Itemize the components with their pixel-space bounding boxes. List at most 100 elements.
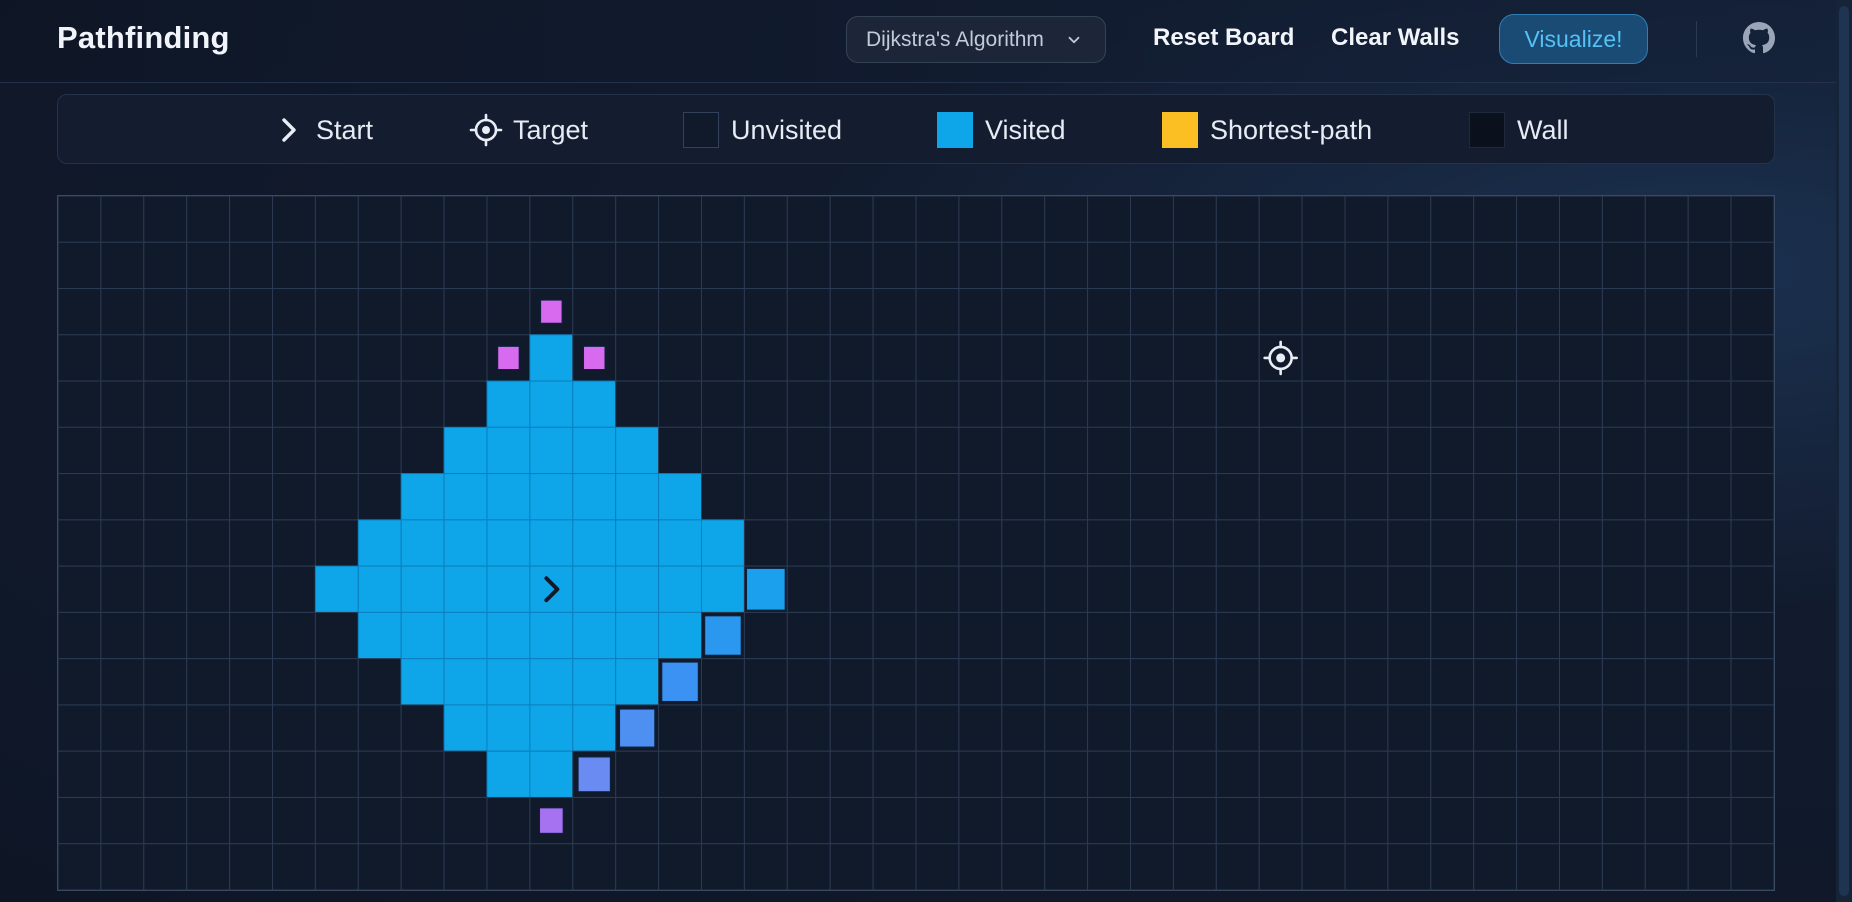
grid-cell[interactable] bbox=[658, 288, 702, 336]
grid-cell[interactable] bbox=[1430, 565, 1475, 613]
grid-cell[interactable] bbox=[701, 704, 745, 752]
grid-cell[interactable] bbox=[1301, 334, 1346, 382]
grid-cell[interactable] bbox=[829, 658, 874, 706]
grid-cell[interactable] bbox=[58, 473, 102, 521]
grid-cell[interactable] bbox=[615, 750, 660, 798]
grid-cell-visited[interactable] bbox=[357, 565, 402, 613]
grid-cell[interactable] bbox=[1430, 380, 1475, 428]
grid-cell[interactable] bbox=[186, 611, 231, 660]
grid-cell[interactable] bbox=[1001, 196, 1046, 243]
grid-cell[interactable] bbox=[1130, 704, 1174, 752]
grid-cell[interactable] bbox=[272, 426, 316, 475]
grid-cell[interactable] bbox=[529, 241, 574, 290]
grid-cell[interactable] bbox=[701, 473, 745, 521]
grid-cell[interactable] bbox=[872, 611, 917, 660]
grid-cell[interactable] bbox=[443, 288, 488, 336]
grid-cell[interactable] bbox=[1301, 565, 1346, 613]
grid-cell[interactable] bbox=[1473, 241, 1518, 290]
grid-cell[interactable] bbox=[1387, 426, 1432, 475]
grid-cell[interactable] bbox=[1473, 750, 1518, 798]
grid-cell[interactable] bbox=[400, 288, 445, 336]
grid-cell[interactable] bbox=[1344, 196, 1389, 243]
grid-cell[interactable] bbox=[1301, 241, 1346, 290]
grid-cell[interactable] bbox=[1087, 380, 1131, 428]
grid-cell[interactable] bbox=[658, 426, 702, 475]
grid-cell-animating[interactable] bbox=[619, 708, 656, 748]
grid-cell[interactable] bbox=[1172, 796, 1217, 845]
reset-board-button[interactable]: Reset Board bbox=[1153, 24, 1294, 52]
grid-cell[interactable] bbox=[1258, 196, 1303, 243]
grid-cell[interactable] bbox=[1215, 796, 1260, 845]
grid-cell-visited[interactable] bbox=[486, 750, 531, 798]
grid-cell[interactable] bbox=[743, 380, 788, 428]
grid-cell[interactable] bbox=[272, 334, 316, 382]
grid-cell[interactable] bbox=[1130, 473, 1174, 521]
grid-cell[interactable] bbox=[1473, 658, 1518, 706]
grid-cell[interactable] bbox=[1044, 380, 1089, 428]
grid-cell[interactable] bbox=[314, 473, 359, 521]
grid-cell[interactable] bbox=[1430, 288, 1475, 336]
grid-cell[interactable] bbox=[1473, 380, 1518, 428]
grid-cell[interactable] bbox=[1215, 611, 1260, 660]
grid-cell[interactable] bbox=[272, 380, 316, 428]
grid-cell[interactable] bbox=[958, 658, 1003, 706]
clear-walls-button[interactable]: Clear Walls bbox=[1331, 24, 1460, 52]
grid-cell[interactable] bbox=[743, 843, 788, 890]
grid-cell[interactable] bbox=[1130, 658, 1174, 706]
grid-cell[interactable] bbox=[1559, 565, 1603, 613]
grid-cell[interactable] bbox=[58, 426, 102, 475]
grid-cell[interactable] bbox=[272, 796, 316, 845]
grid-cell[interactable] bbox=[1258, 519, 1303, 567]
grid-cell[interactable] bbox=[229, 565, 274, 613]
grid-cell[interactable] bbox=[1516, 241, 1560, 290]
grid-cell[interactable] bbox=[1344, 519, 1389, 567]
grid-cell[interactable] bbox=[1387, 473, 1432, 521]
grid-cell-visited[interactable] bbox=[443, 611, 488, 660]
grid-cell[interactable] bbox=[1601, 241, 1646, 290]
grid-cell-visited[interactable] bbox=[486, 519, 531, 567]
grid-cell[interactable] bbox=[443, 796, 488, 845]
grid-cell[interactable] bbox=[1644, 334, 1689, 382]
grid-cell[interactable] bbox=[229, 426, 274, 475]
grid-cell[interactable] bbox=[829, 519, 874, 567]
grid-cell[interactable] bbox=[1001, 288, 1046, 336]
grid-cell[interactable] bbox=[1215, 750, 1260, 798]
grid-cell[interactable] bbox=[272, 658, 316, 706]
grid-cell[interactable] bbox=[1215, 196, 1260, 243]
grid-cell[interactable] bbox=[1387, 704, 1432, 752]
grid-cell[interactable] bbox=[314, 796, 359, 845]
grid-cell[interactable] bbox=[100, 796, 145, 845]
grid-cell[interactable] bbox=[58, 796, 102, 845]
grid-cell[interactable] bbox=[743, 658, 788, 706]
grid-cell[interactable] bbox=[1687, 380, 1732, 428]
grid-cell[interactable] bbox=[1044, 196, 1089, 243]
grid-cell[interactable] bbox=[1601, 796, 1646, 845]
grid-cell[interactable] bbox=[829, 334, 874, 382]
grid-cell[interactable] bbox=[58, 380, 102, 428]
grid-cell[interactable] bbox=[143, 380, 188, 428]
grid-cell[interactable] bbox=[1172, 658, 1217, 706]
grid-cell-visited[interactable] bbox=[615, 473, 660, 521]
grid-cell[interactable] bbox=[915, 704, 960, 752]
grid-cell[interactable] bbox=[1644, 380, 1689, 428]
grid-cell[interactable] bbox=[1730, 565, 1774, 613]
grid-cell[interactable] bbox=[1087, 334, 1131, 382]
grid-cell[interactable] bbox=[357, 658, 402, 706]
grid-cell[interactable] bbox=[829, 611, 874, 660]
grid-cell[interactable] bbox=[1387, 519, 1432, 567]
grid-cell-visited[interactable] bbox=[529, 473, 574, 521]
pathfinding-grid[interactable] bbox=[57, 195, 1775, 891]
grid-cell[interactable] bbox=[786, 611, 831, 660]
grid-cell[interactable] bbox=[872, 334, 917, 382]
grid-cell-visited[interactable] bbox=[615, 658, 660, 706]
grid-cell[interactable] bbox=[1301, 843, 1346, 890]
grid-cell[interactable] bbox=[486, 196, 531, 243]
grid-cell[interactable] bbox=[1301, 426, 1346, 475]
grid-cell[interactable] bbox=[1087, 843, 1131, 890]
scrollbar-thumb[interactable] bbox=[1839, 6, 1849, 896]
algorithm-select[interactable]: Dijkstra's Algorithm bbox=[846, 16, 1106, 63]
grid-cell[interactable] bbox=[229, 611, 274, 660]
grid-cell-visited[interactable] bbox=[443, 473, 488, 521]
grid-cell[interactable] bbox=[958, 843, 1003, 890]
grid-cell[interactable] bbox=[1516, 843, 1560, 890]
